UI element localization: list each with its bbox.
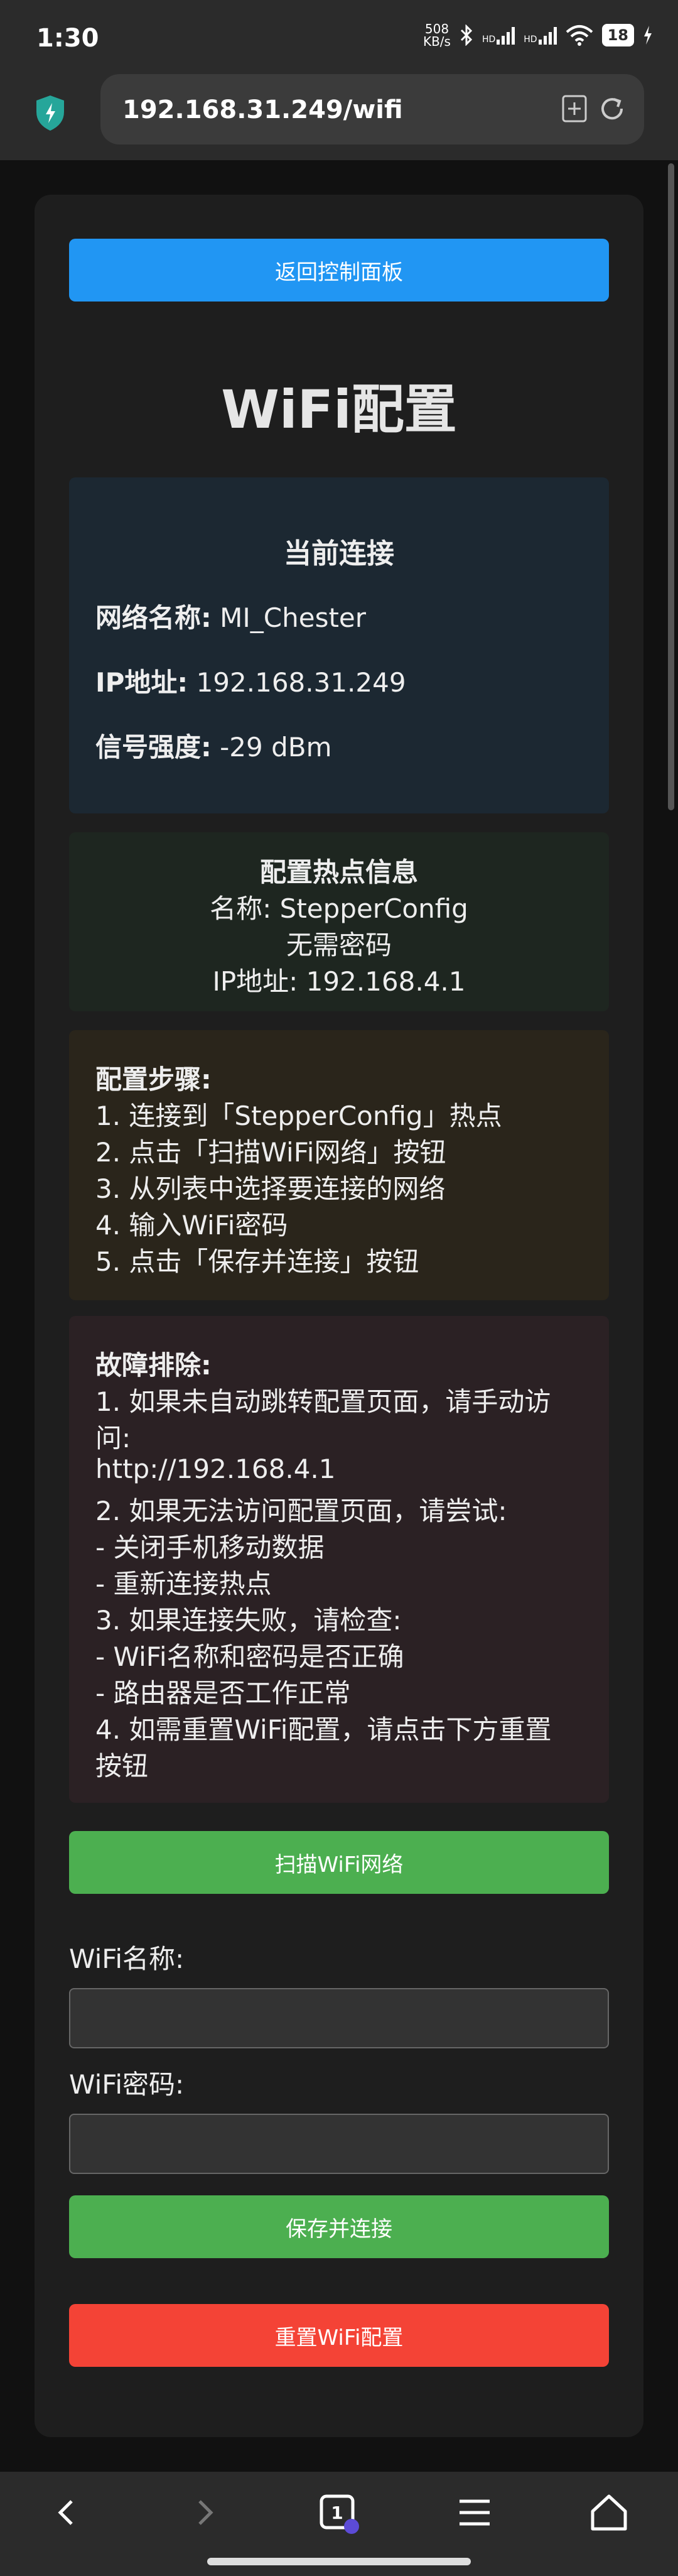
current-connection-box: 当前连接 网络名称: MI_Chester IP地址: 192.168.31.2… (69, 477, 609, 813)
ap-info-heading: 配置热点信息 (259, 857, 418, 888)
trouble-line: 2. 如果无法访问配置页面，请尝试: (95, 1496, 507, 1526)
trouble-line: - WiFi名称和密码是否正确 (95, 1641, 404, 1672)
trouble-line: - 路由器是否工作正常 (95, 1678, 351, 1709)
back-icon[interactable] (43, 2487, 93, 2538)
config-steps-box: 配置步骤: 1. 连接到「StepperConfig」热点 2. 点击「扫描Wi… (69, 1030, 609, 1300)
home-indicator[interactable] (207, 2558, 471, 2565)
ssid-row: 网络名称: MI_Chester (95, 602, 367, 633)
ssid-input[interactable] (69, 1988, 609, 2048)
trouble-line: 3. 如果连接失败，请检查: (95, 1605, 402, 1636)
forward-icon[interactable] (178, 2487, 229, 2538)
step-item: 4. 输入WiFi密码 (95, 1210, 288, 1241)
ssid-field-label: WiFi名称: (69, 1943, 185, 1974)
signal-icon: HD (482, 26, 515, 45)
browser-toolbar: 192.168.31.249/wifi (0, 69, 678, 160)
steps-heading: 配置步骤: (95, 1064, 212, 1095)
net-speed: 508 KB/s (422, 21, 451, 49)
back-to-dashboard-button[interactable]: 返回控制面板 (69, 239, 609, 302)
ip-row: IP地址: 192.168.31.249 (95, 667, 406, 698)
battery-icon: 18 (601, 24, 634, 46)
ap-info-box: 配置热点信息 名称: StepperConfig 无需密码 IP地址: 192.… (69, 832, 609, 1011)
shield-icon[interactable] (35, 94, 66, 132)
status-icons: 508 KB/s HD HD 18 (423, 23, 653, 48)
bluetooth-icon (460, 24, 473, 46)
page-title: WiFi配置 (221, 379, 457, 440)
current-connection-heading: 当前连接 (284, 538, 394, 570)
menu-icon[interactable] (449, 2487, 500, 2538)
ap-ip: IP地址: 192.168.4.1 (212, 966, 466, 997)
trouble-line: 问: (95, 1423, 131, 1454)
ap-name: 名称: StepperConfig (210, 893, 468, 924)
reset-wifi-button[interactable]: 重置WiFi配置 (69, 2304, 609, 2367)
troubleshooting-box: 故障排除: 1. 如果未自动跳转配置页面，请手动访 问: http://192.… (69, 1316, 609, 1803)
reload-icon[interactable] (598, 94, 627, 123)
charging-icon (644, 26, 652, 45)
trouble-line: 1. 如果未自动跳转配置页面，请手动访 (95, 1386, 551, 1417)
ap-password: 无需密码 (286, 930, 392, 960)
password-field-label: WiFi密码: (69, 2069, 185, 2100)
save-and-connect-button[interactable]: 保存并连接 (69, 2195, 609, 2258)
scan-wifi-button[interactable]: 扫描WiFi网络 (69, 1831, 609, 1894)
step-item: 5. 点击「保存并连接」按钮 (95, 1246, 419, 1277)
signal-icon: HD (524, 26, 557, 45)
step-item: 3. 从列表中选择要连接的网络 (95, 1173, 446, 1204)
rssi-row: 信号强度: -29 dBm (95, 732, 332, 763)
trouble-line: http://192.168.4.1 (95, 1454, 336, 1484)
trouble-line: - 关闭手机移动数据 (95, 1532, 325, 1563)
step-item: 2. 点击「扫描WiFi网络」按钮 (95, 1137, 446, 1168)
clock: 1:30 (36, 24, 99, 53)
tab-count: 1 (331, 2503, 343, 2523)
home-icon[interactable] (584, 2487, 634, 2538)
wifi-icon (566, 25, 593, 46)
address-bar[interactable]: 192.168.31.249/wifi (100, 74, 644, 144)
trouble-line: 4. 如需重置WiFi配置，请点击下方重置 (95, 1714, 552, 1745)
trouble-line: - 重新连接热点 (95, 1568, 272, 1599)
status-bar: 1:30 508 KB/s HD HD 18 (0, 0, 678, 69)
tabs-icon[interactable]: 1 (314, 2487, 364, 2538)
url-text[interactable]: 192.168.31.249/wifi (122, 95, 403, 124)
password-input[interactable] (69, 2114, 609, 2174)
step-item: 1. 连接到「StepperConfig」热点 (95, 1101, 502, 1131)
trouble-heading: 故障排除: (95, 1350, 212, 1381)
bookmark-add-icon[interactable] (561, 94, 588, 123)
trouble-line: 按钮 (95, 1751, 149, 1781)
scrollbar[interactable] (668, 163, 674, 810)
